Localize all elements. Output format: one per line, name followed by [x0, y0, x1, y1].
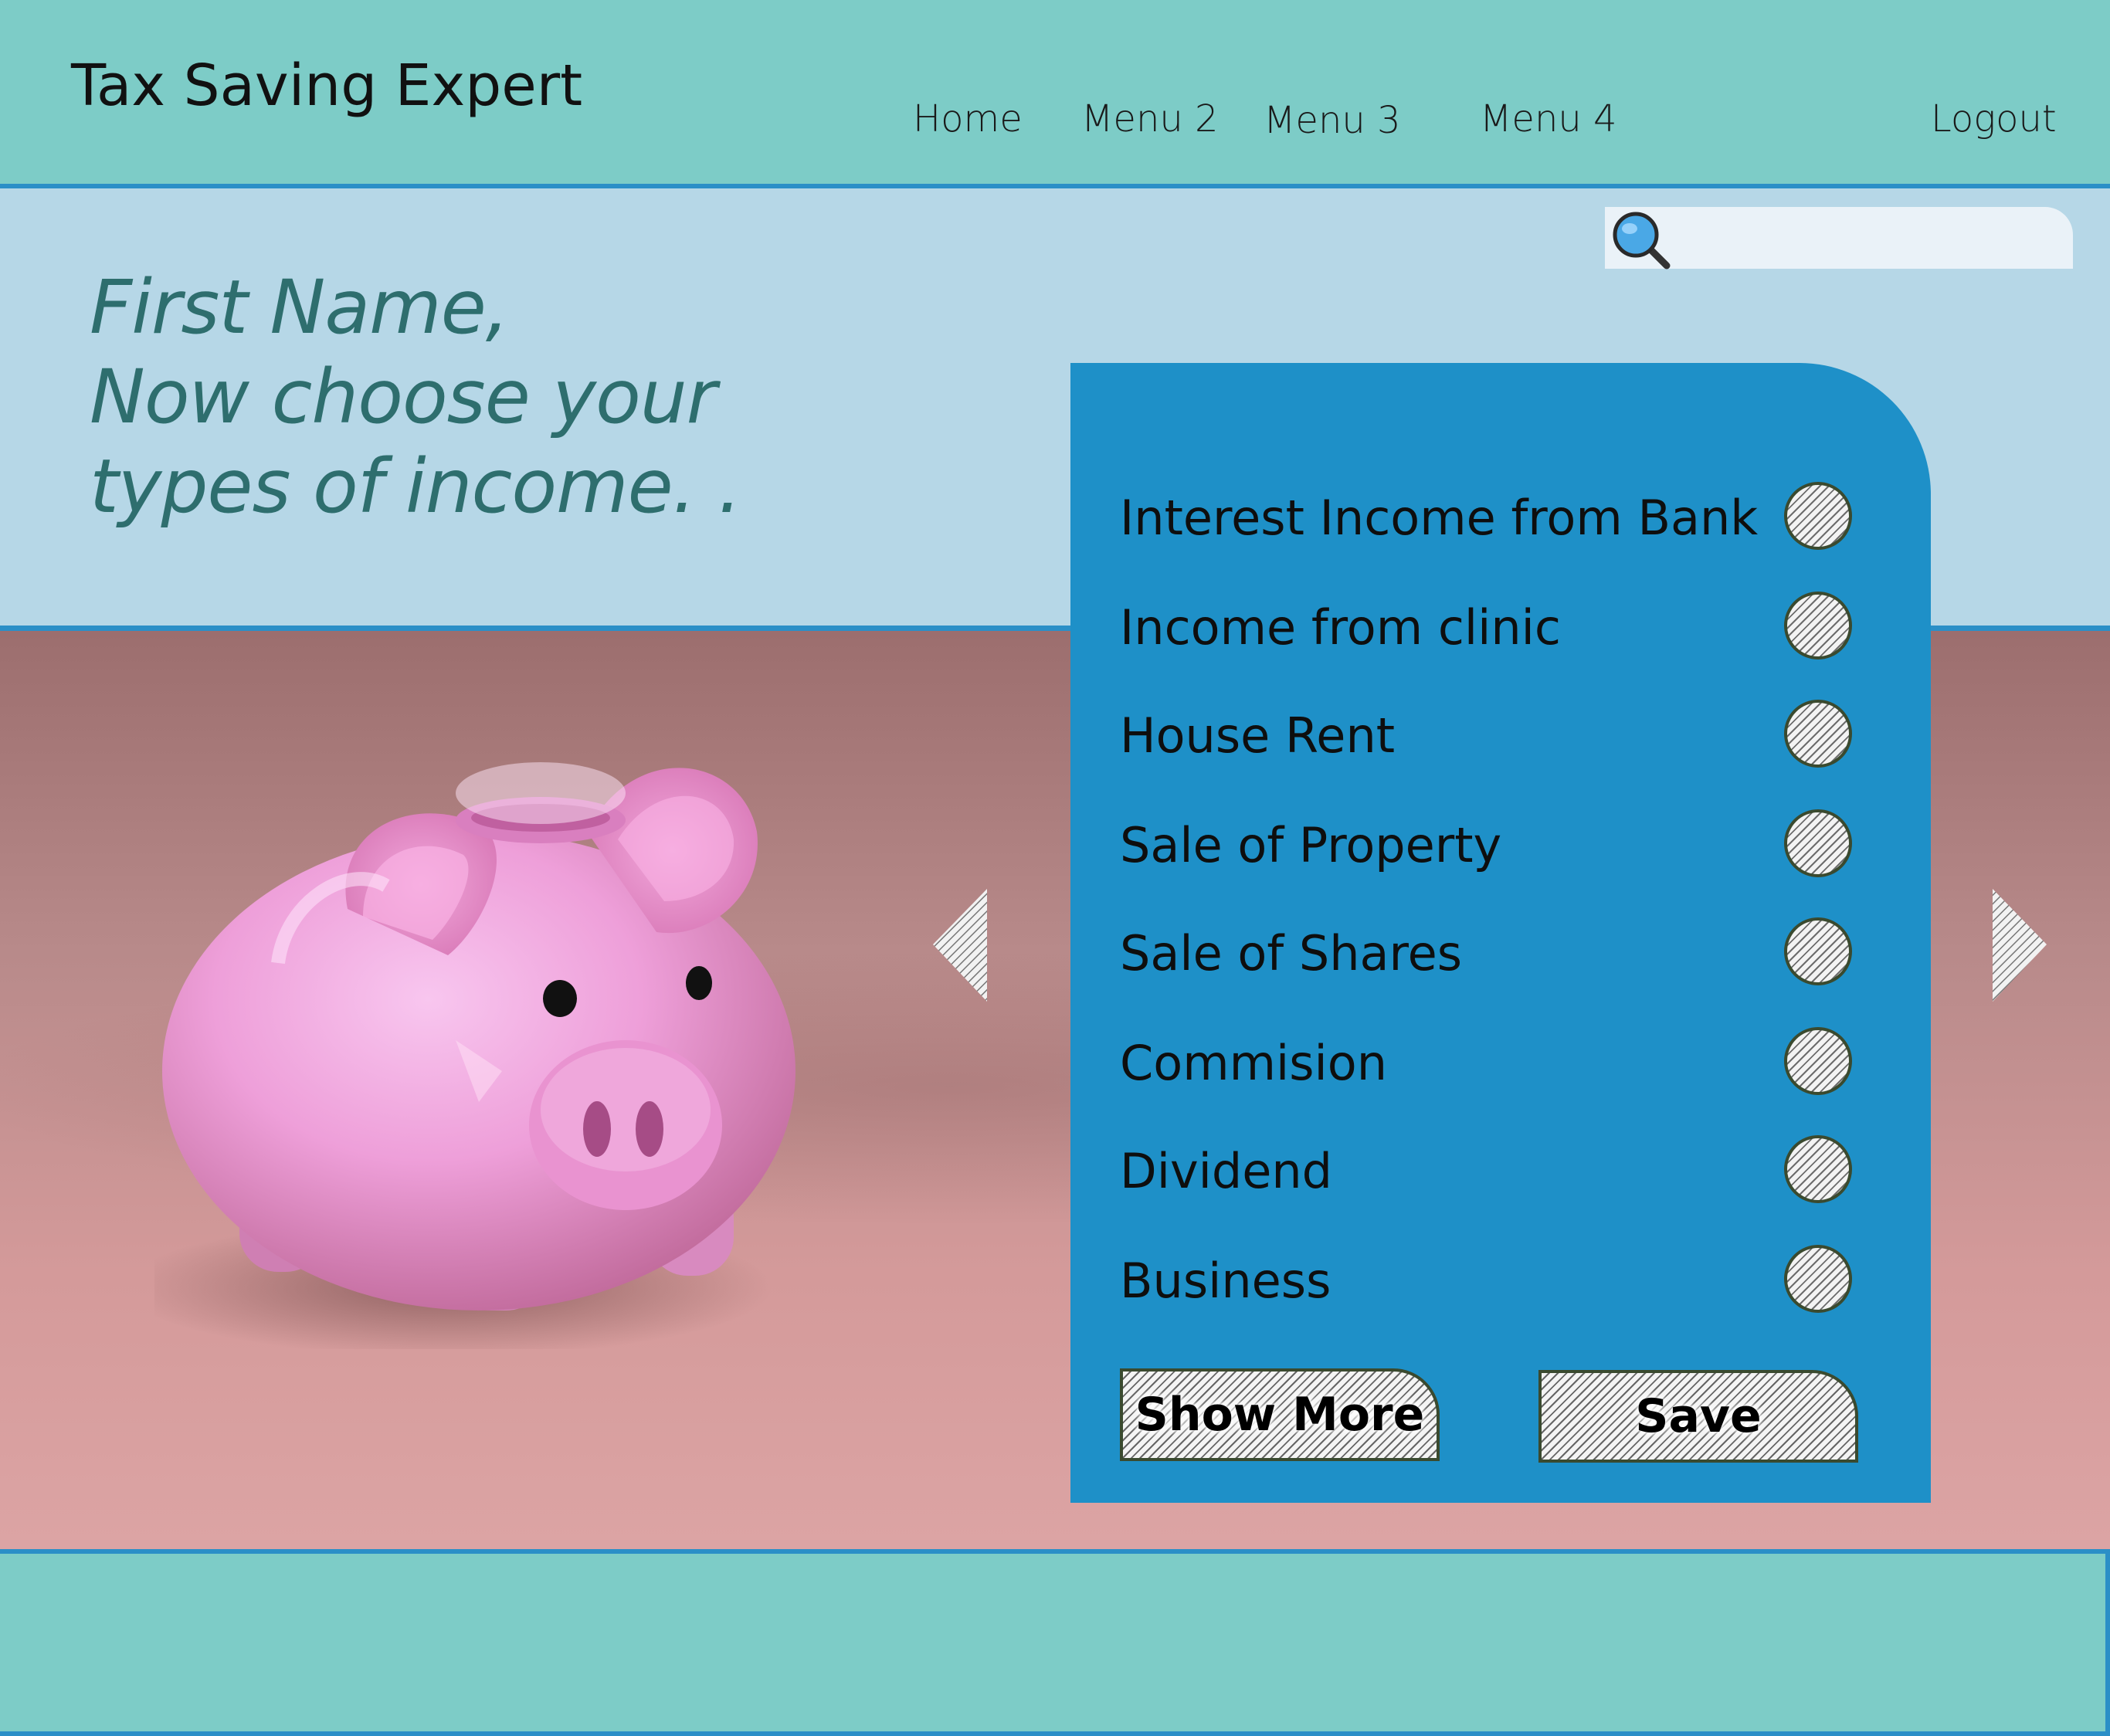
income-radio[interactable]	[1784, 917, 1852, 985]
income-option-interest-bank[interactable]: Interest Income from Bank	[1120, 479, 1892, 556]
income-option-label: Dividend	[1120, 1143, 1333, 1199]
search-icon[interactable]	[1608, 207, 1674, 273]
income-option-clinic[interactable]: Income from clinic	[1120, 588, 1892, 666]
nav-menu-3[interactable]: Menu 3	[1264, 99, 1401, 142]
save-label: Save	[1635, 1389, 1762, 1443]
search-box[interactable]	[1605, 207, 2073, 270]
income-radio[interactable]	[1784, 1245, 1852, 1313]
income-option-label: Commision	[1120, 1035, 1387, 1091]
greeting-line-2: Now choose your	[90, 354, 717, 440]
income-option-commision[interactable]: Commision	[1120, 1024, 1892, 1101]
header: Tax Saving Expert Home Menu 2 Menu 3 Men…	[0, 0, 2110, 188]
income-option-dividend[interactable]: Dividend	[1120, 1132, 1892, 1209]
income-option-house-rent[interactable]: House Rent	[1120, 697, 1892, 774]
income-radio[interactable]	[1784, 809, 1852, 877]
greeting-line-3: types of income. .	[90, 443, 741, 530]
income-option-sale-property[interactable]: Sale of Property	[1120, 806, 1892, 883]
brand-title: Tax Saving Expert	[71, 53, 583, 119]
income-type-panel: Interest Income from Bank Income from cl…	[1070, 363, 1931, 1503]
income-radio[interactable]	[1784, 482, 1852, 550]
search-input[interactable]	[1679, 213, 2061, 261]
logout-link[interactable]: Logout	[1931, 97, 2057, 141]
triangle-right-icon[interactable]	[1991, 887, 2050, 1003]
income-option-label: Income from clinic	[1120, 599, 1561, 656]
income-radio[interactable]	[1784, 700, 1852, 768]
nav-menu-4[interactable]: Menu 4	[1480, 97, 1617, 141]
income-radio[interactable]	[1784, 592, 1852, 659]
save-button[interactable]: Save	[1538, 1370, 1858, 1463]
greeting-line-1: First Name,	[90, 264, 509, 351]
income-option-business[interactable]: Business	[1120, 1242, 1892, 1319]
income-option-label: Business	[1120, 1253, 1331, 1309]
show-more-label: Show More	[1135, 1388, 1425, 1442]
income-option-label: Interest Income from Bank	[1120, 490, 1759, 546]
piggy-bank-image	[154, 762, 795, 1349]
income-option-label: Sale of Shares	[1120, 925, 1463, 982]
show-more-button[interactable]: Show More	[1120, 1368, 1440, 1461]
income-radio[interactable]	[1784, 1135, 1852, 1203]
footer	[0, 1549, 2110, 1736]
income-radio[interactable]	[1784, 1027, 1852, 1095]
income-option-label: Sale of Property	[1120, 817, 1502, 873]
nav-menu-2[interactable]: Menu 2	[1081, 97, 1219, 141]
income-option-sale-shares[interactable]: Sale of Shares	[1120, 914, 1892, 992]
greeting-text: First Name, Now choose your types of inc…	[90, 263, 741, 531]
income-option-label: House Rent	[1120, 707, 1396, 764]
triangle-left-icon[interactable]	[931, 887, 990, 1003]
nav-home[interactable]: Home	[913, 97, 1023, 141]
